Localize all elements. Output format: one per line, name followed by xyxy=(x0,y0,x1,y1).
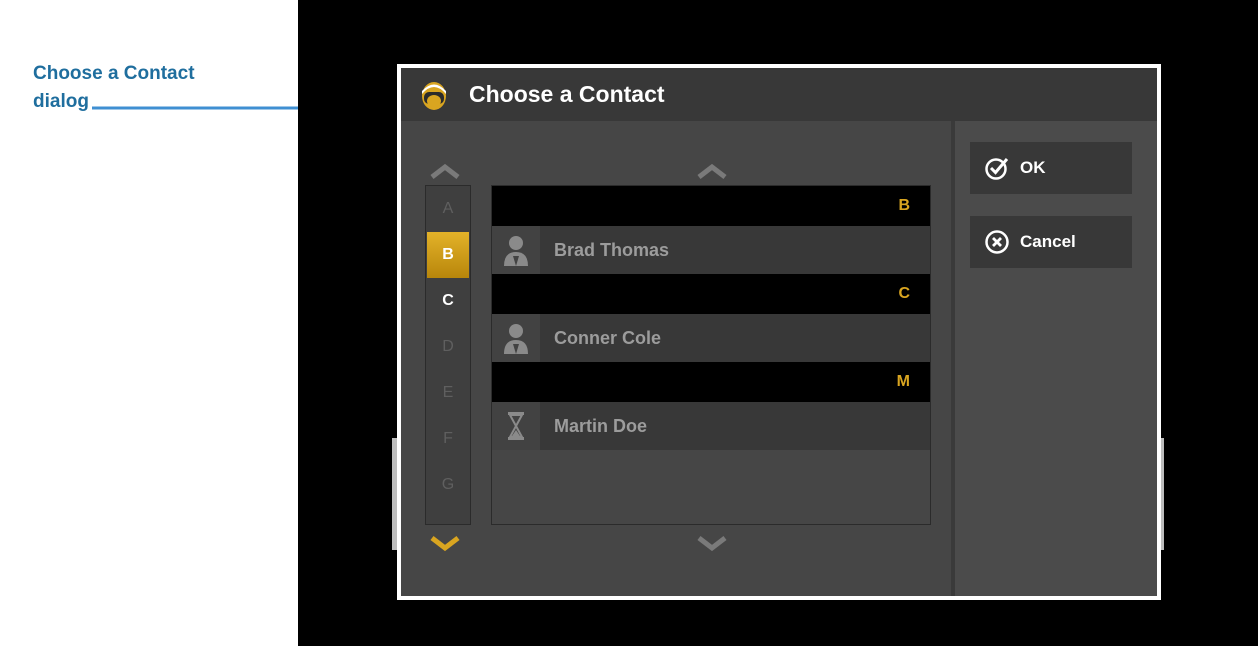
alpha-item-e[interactable]: E xyxy=(426,370,470,416)
person-icon xyxy=(492,314,540,362)
contact-row-conner-cole[interactable]: Conner Cole xyxy=(492,314,930,362)
group-header-m: M xyxy=(492,362,930,402)
choose-contact-dialog: Choose a Contact OK Cancel A B C D E F G xyxy=(397,64,1161,600)
contact-row-brad-thomas[interactable]: Brad Thomas xyxy=(492,226,930,274)
ok-label: OK xyxy=(1020,158,1046,177)
group-header-c: C xyxy=(492,274,930,314)
group-header-letter: C xyxy=(898,285,910,302)
contact-name: Martin Doe xyxy=(554,416,648,436)
group-header-letter: B xyxy=(898,197,910,214)
group-header-letter: M xyxy=(896,373,910,390)
alpha-item-d[interactable]: D xyxy=(426,324,470,370)
alpha-scroll-down-icon[interactable] xyxy=(430,536,460,552)
hourglass-icon xyxy=(492,402,540,450)
contacts-scroll-up-icon[interactable] xyxy=(697,163,727,179)
alpha-item-g[interactable]: G xyxy=(426,462,470,508)
contact-name: Brad Thomas xyxy=(554,240,670,260)
contact-name: Conner Cole xyxy=(554,328,662,348)
alpha-item-b[interactable]: B xyxy=(427,232,469,278)
alphabet-index: A B C D E F G xyxy=(425,185,471,525)
group-header-b: B xyxy=(492,186,930,226)
contact-row-martin-doe[interactable]: Martin Doe xyxy=(492,402,930,450)
alpha-item-c[interactable]: C xyxy=(426,278,470,324)
cancel-label: Cancel xyxy=(1020,232,1076,251)
person-icon xyxy=(492,226,540,274)
contact-head-icon xyxy=(422,82,446,110)
alpha-item-f[interactable]: F xyxy=(426,416,470,462)
contact-list: B Brad Thomas C Conner Cole M Martin Doe xyxy=(491,185,931,525)
alpha-scroll-up-icon[interactable] xyxy=(430,163,460,179)
dialog-title: Choose a Contact xyxy=(469,81,665,107)
checkmark-circle-icon xyxy=(985,158,1009,180)
dialog-titlebar: Choose a Contact xyxy=(401,68,1157,121)
cancel-button[interactable]: Cancel xyxy=(970,216,1132,268)
contacts-scroll-down-icon[interactable] xyxy=(697,536,727,552)
x-circle-icon xyxy=(985,230,1009,254)
alpha-item-a[interactable]: A xyxy=(426,186,470,232)
ok-button[interactable]: OK xyxy=(970,142,1132,194)
